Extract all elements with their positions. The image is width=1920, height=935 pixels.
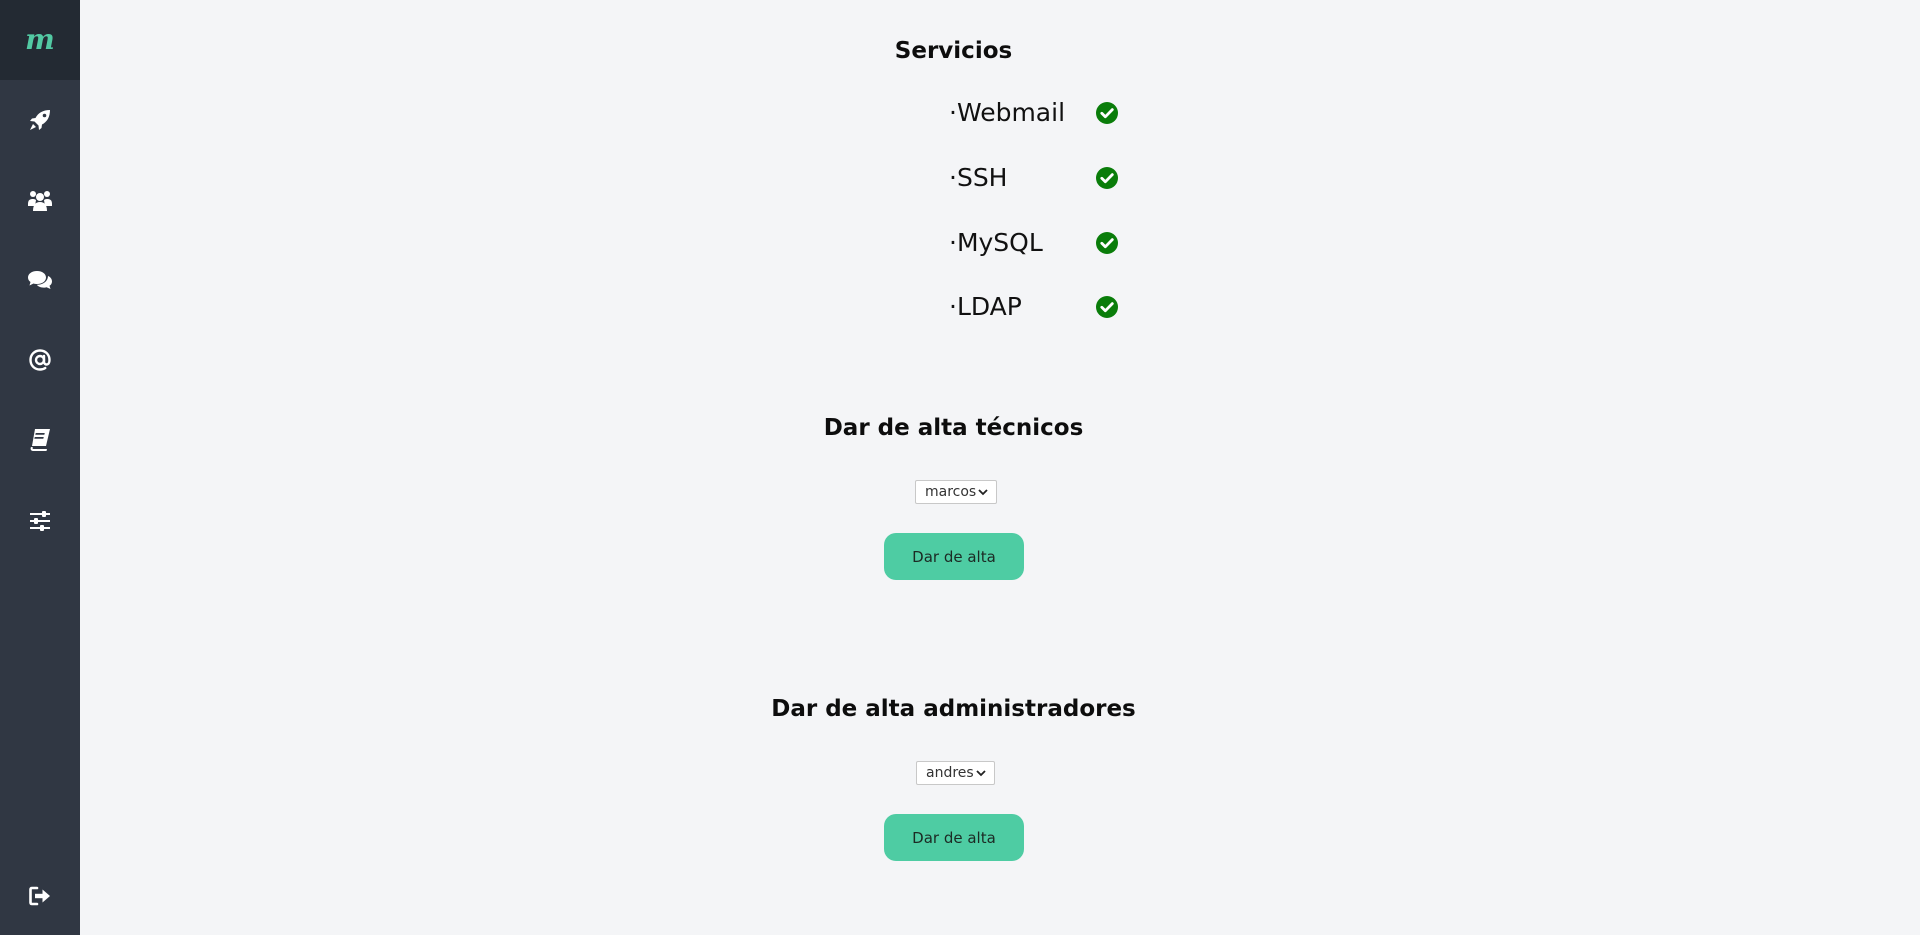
admin-select[interactable]: andres xyxy=(916,761,995,785)
service-name: ·SSH xyxy=(949,163,1008,192)
technicians-title: Dar de alta técnicos xyxy=(823,415,1084,441)
add-technician-button-label: Dar de alta xyxy=(912,547,996,566)
sidebar-item-users[interactable] xyxy=(0,175,80,225)
admins-section: Dar de alta administradores xyxy=(80,696,1827,722)
users-icon xyxy=(28,191,52,211)
add-technician-button[interactable]: Dar de alta xyxy=(884,533,1024,580)
comments-icon xyxy=(28,271,52,289)
book-icon xyxy=(30,429,50,451)
add-admin-button-label: Dar de alta xyxy=(912,828,996,847)
technician-select[interactable]: marcos xyxy=(915,480,998,504)
services-section: Servicios xyxy=(80,38,1827,64)
sidebar-item-mail[interactable] xyxy=(0,335,80,385)
rocket-icon xyxy=(30,110,50,130)
main-content: Servicios ·Webmail ·SSH ·MySQL ·LDAP Dar… xyxy=(80,0,1920,935)
sign-out-icon xyxy=(29,886,50,906)
service-item: ·SSH xyxy=(949,158,1131,198)
chevron-down-icon xyxy=(976,770,986,777)
sidebar-item-chat[interactable] xyxy=(0,256,80,306)
admins-title: Dar de alta administradores xyxy=(771,696,1136,722)
sidebar: m xyxy=(0,0,80,935)
logo-letter: m xyxy=(25,23,55,56)
app-logo[interactable]: m xyxy=(0,0,80,80)
service-item: ·LDAP xyxy=(949,287,1131,327)
technician-select-value: marcos xyxy=(925,484,977,500)
service-item: ·Webmail xyxy=(949,93,1131,133)
check-circle-icon xyxy=(1096,232,1118,254)
service-name: ·LDAP xyxy=(949,292,1022,321)
sidebar-item-docs[interactable] xyxy=(0,415,80,465)
sidebar-item-deploy[interactable] xyxy=(0,95,80,145)
check-circle-icon xyxy=(1096,296,1118,318)
chevron-down-icon xyxy=(978,489,988,496)
service-name: ·MySQL xyxy=(949,228,1043,257)
service-name: ·Webmail xyxy=(949,98,1066,127)
sidebar-item-settings[interactable] xyxy=(0,496,80,546)
technicians-section: Dar de alta técnicos xyxy=(80,415,1827,441)
service-item: ·MySQL xyxy=(949,223,1131,263)
admin-select-value: andres xyxy=(926,765,974,781)
at-icon xyxy=(29,349,51,371)
check-circle-icon xyxy=(1096,102,1118,124)
sliders-icon xyxy=(30,511,50,531)
add-admin-button[interactable]: Dar de alta xyxy=(884,814,1024,861)
services-title: Servicios xyxy=(894,38,1013,64)
check-circle-icon xyxy=(1096,167,1118,189)
logout-button[interactable] xyxy=(0,871,80,921)
